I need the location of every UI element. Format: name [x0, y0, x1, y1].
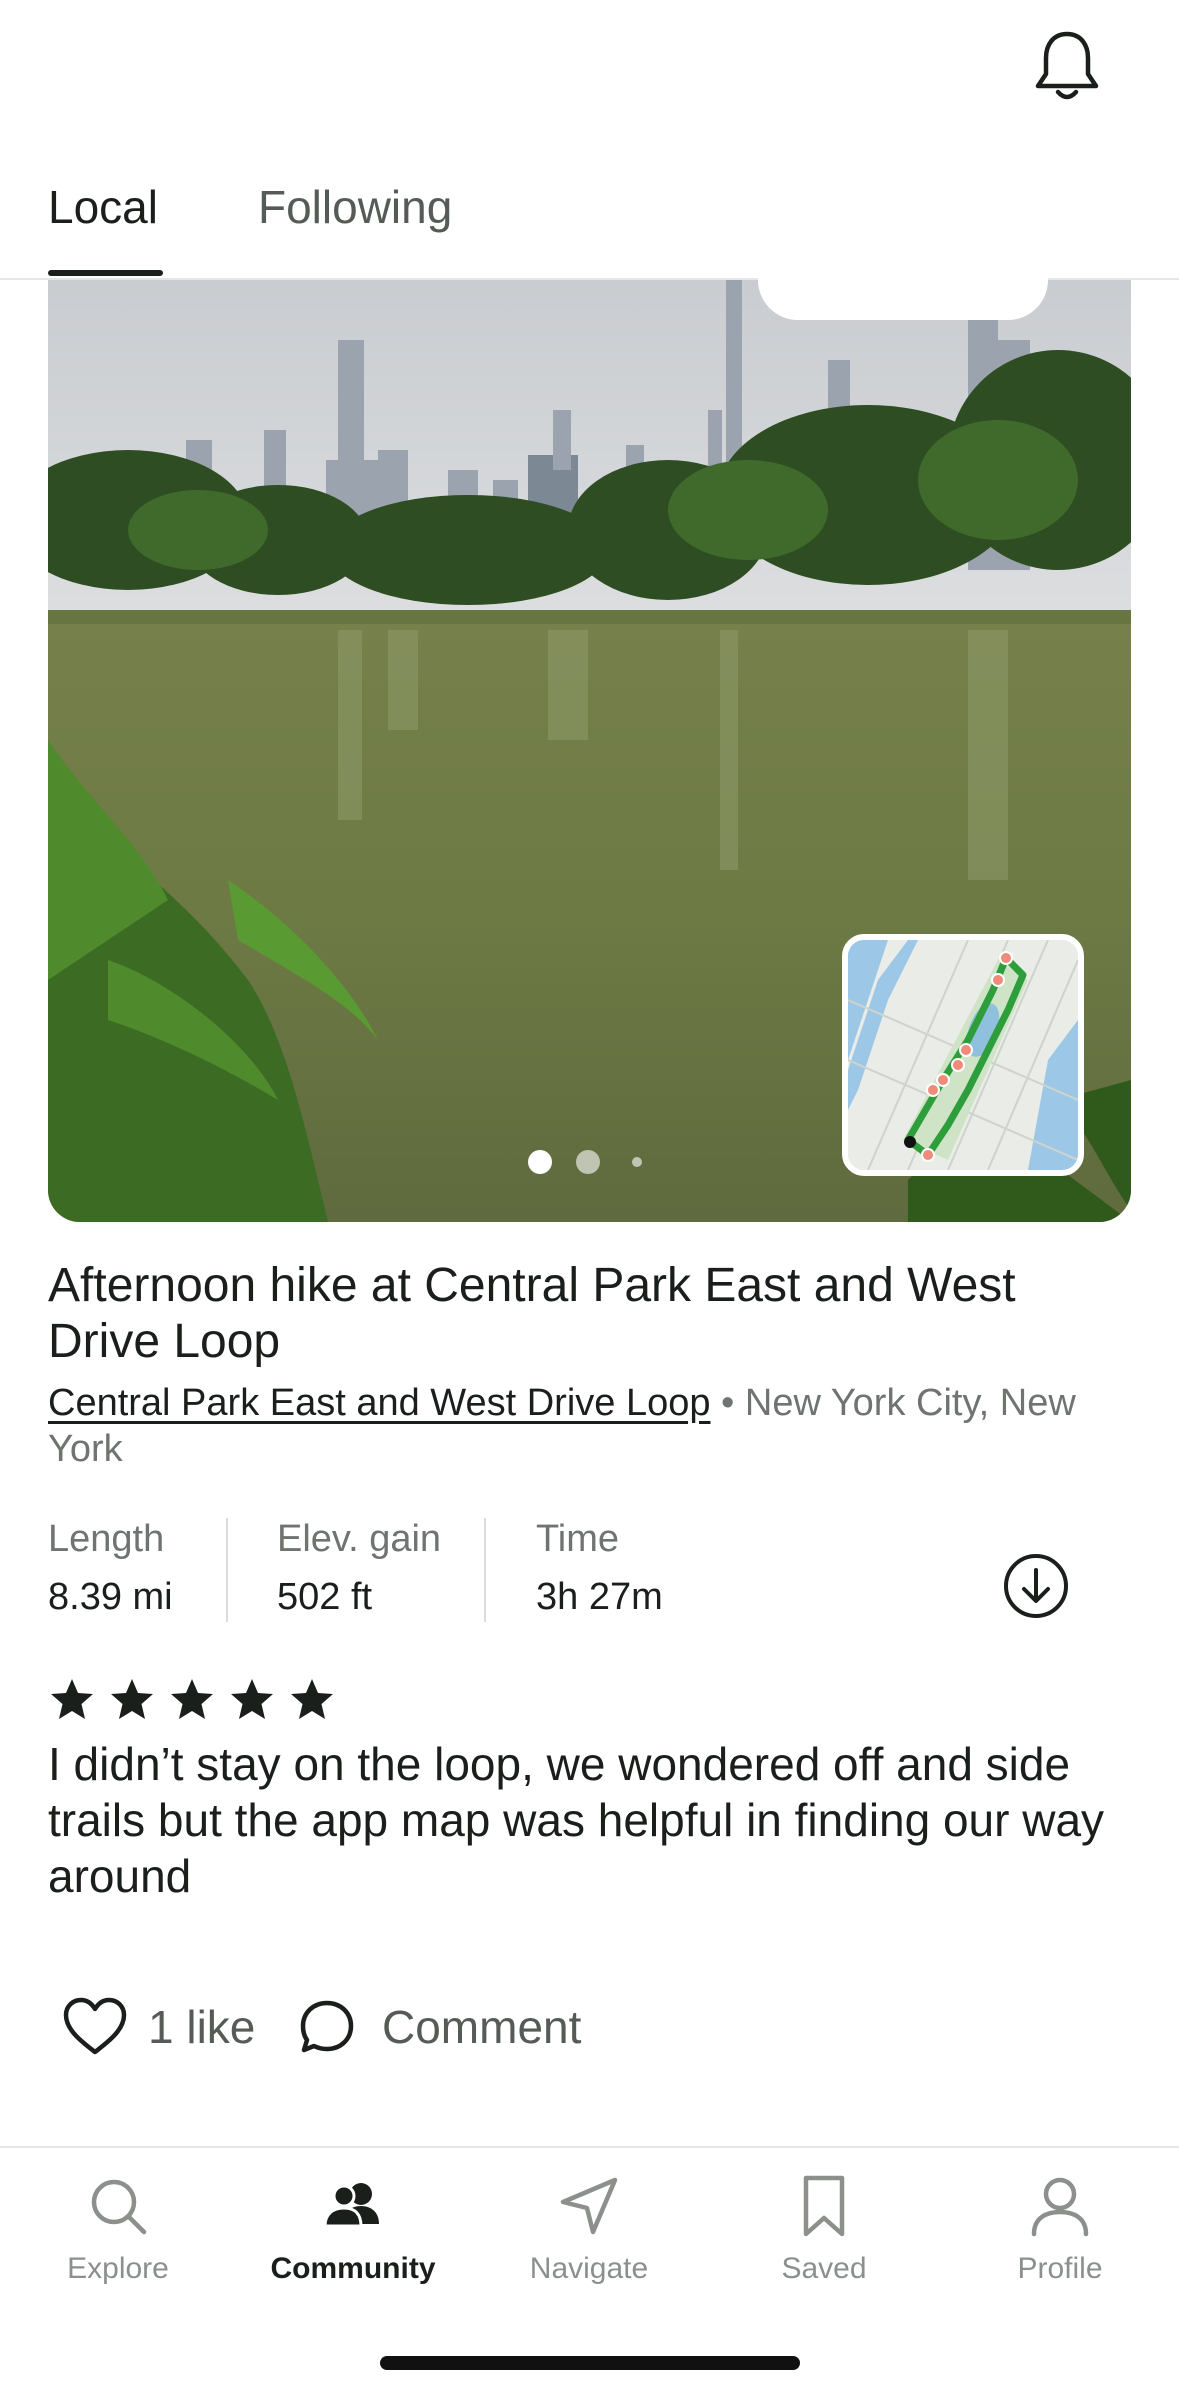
search-icon: [91, 2179, 147, 2235]
nav-label: Explore: [67, 2252, 169, 2285]
community-icon: [323, 2183, 379, 2228]
trail-link[interactable]: Central Park East and West Drive Loop: [48, 1382, 711, 1424]
bookmark-icon: [803, 2175, 845, 2237]
stat-divider: [226, 1518, 228, 1622]
bell-icon[interactable]: [1032, 28, 1102, 104]
heart-icon[interactable]: [62, 1996, 128, 2056]
trail-location: Central Park East and West Drive Loop • …: [48, 1380, 1128, 1472]
carousel-dot-active: [528, 1150, 552, 1174]
star-icon: [171, 1679, 213, 1719]
stat-label: Elev. gain: [277, 1518, 442, 1560]
nav-explore[interactable]: Explore: [18, 2174, 218, 2286]
carousel-dot: [632, 1157, 642, 1167]
header: Local Following: [0, 0, 1179, 280]
stat-value: 3h 27m: [536, 1576, 663, 1618]
post-title: Afternoon hike at Central Park East and …: [48, 1259, 1016, 1368]
feed-tabs: Local Following: [0, 160, 1179, 280]
like-count[interactable]: 1 like: [148, 2000, 255, 2054]
navigate-icon: [560, 2177, 618, 2235]
star-icon: [111, 1679, 153, 1719]
nav-profile[interactable]: Profile: [960, 2174, 1160, 2286]
home-indicator[interactable]: [380, 2356, 800, 2370]
nav-community[interactable]: Community: [253, 2174, 453, 2286]
active-tab-indicator: [48, 270, 163, 276]
stat-value: 502 ft: [277, 1576, 373, 1618]
stat-value: 8.39 mi: [48, 1576, 173, 1618]
nav-saved[interactable]: Saved: [724, 2174, 924, 2286]
nav-label: Community: [270, 2252, 436, 2285]
tab-local[interactable]: Local: [48, 180, 158, 234]
stat-time: Time 3h 27m: [536, 1516, 663, 1624]
nav-label: Profile: [1017, 2252, 1103, 2285]
stat-elevation: Elev. gain 502 ft: [277, 1516, 441, 1624]
stat-length: Length 8.39 mi: [48, 1516, 173, 1624]
stat-label: Length: [48, 1518, 165, 1560]
view-map-pill[interactable]: [758, 276, 1048, 320]
nav-label: Saved: [781, 2252, 867, 2285]
stat-divider: [484, 1518, 486, 1622]
star-icon: [291, 1679, 333, 1719]
nav-label: Navigate: [529, 2252, 649, 2285]
review-text: I didn’t stay on the loop, we wondered o…: [48, 1738, 1105, 1902]
stat-label: Time: [536, 1518, 620, 1560]
nav-navigate[interactable]: Navigate: [489, 2174, 689, 2286]
carousel-dot: [576, 1150, 600, 1174]
download-icon[interactable]: [1002, 1552, 1070, 1620]
comment-icon[interactable]: [298, 1998, 356, 2056]
tab-following[interactable]: Following: [258, 180, 452, 234]
comment-button[interactable]: Comment: [382, 2000, 581, 2054]
star-icon: [51, 1679, 93, 1719]
star-icon: [231, 1679, 273, 1719]
activity-stats: Length 8.39 mi Elev. gain 502 ft Time 3h…: [48, 1516, 1131, 1624]
profile-icon: [1031, 2177, 1089, 2237]
route-map-thumbnail[interactable]: [842, 934, 1084, 1176]
